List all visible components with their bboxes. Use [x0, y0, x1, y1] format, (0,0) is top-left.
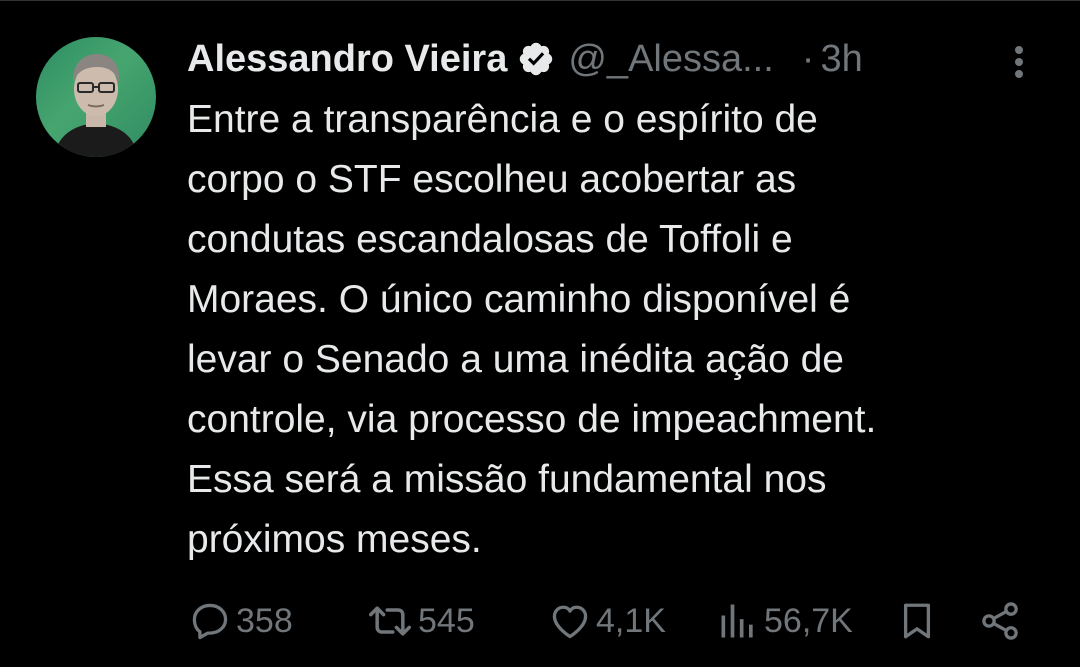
post-timestamp[interactable]: 3h	[820, 38, 862, 81]
post-text-line: Essa será a missão fundamental nos	[187, 458, 827, 501]
like-button[interactable]: 4,1K	[548, 596, 666, 646]
post-text-line: próximos meses.	[187, 518, 482, 561]
author-name[interactable]: Alessandro Vieira	[187, 38, 507, 81]
reply-count: 358	[236, 601, 293, 640]
views-count: 56,7K	[764, 601, 853, 640]
avatar[interactable]	[36, 37, 156, 157]
bookmark-icon	[903, 603, 931, 639]
like-count: 4,1K	[596, 601, 666, 640]
repost-icon	[369, 606, 411, 636]
post-text-line: Moraes. O único caminho disponível é	[187, 278, 851, 321]
more-vertical-icon[interactable]	[1004, 44, 1034, 80]
post-text-line: levar o Senado a uma inédita ação de	[187, 338, 844, 381]
verified-badge-icon[interactable]	[517, 40, 555, 78]
bookmark-button[interactable]	[896, 596, 938, 646]
views-chart-icon	[721, 604, 753, 638]
separator-dot: ·	[801, 37, 815, 80]
author-handle[interactable]: @_Alessa...	[568, 38, 773, 81]
action-bar: 358 545 4,1K 56,7K	[0, 596, 1080, 646]
share-icon	[982, 602, 1018, 640]
post-text-line: condutas escandalosas de Toffoli e	[187, 218, 793, 261]
avatar-portrait-icon	[54, 54, 138, 157]
views-button[interactable]: 56,7K	[716, 596, 853, 646]
post-text-line: Entre a transparência e o espírito de	[187, 98, 818, 141]
post-text-line: corpo o STF escolheu acobertar as	[187, 158, 797, 201]
post-text-line: controle, via processo de impeachment.	[187, 398, 877, 441]
repost-button[interactable]: 545	[366, 596, 475, 646]
share-button[interactable]	[976, 596, 1024, 646]
repost-count: 545	[418, 601, 475, 640]
reply-button[interactable]: 358	[188, 596, 293, 646]
top-divider	[0, 0, 1080, 1]
heart-icon	[552, 605, 588, 639]
reply-icon	[192, 603, 228, 640]
post-text: Entre a transparência e o espírito de co…	[187, 90, 1057, 570]
post-header: Alessandro Vieira @_Alessa... · 3h	[187, 36, 863, 82]
